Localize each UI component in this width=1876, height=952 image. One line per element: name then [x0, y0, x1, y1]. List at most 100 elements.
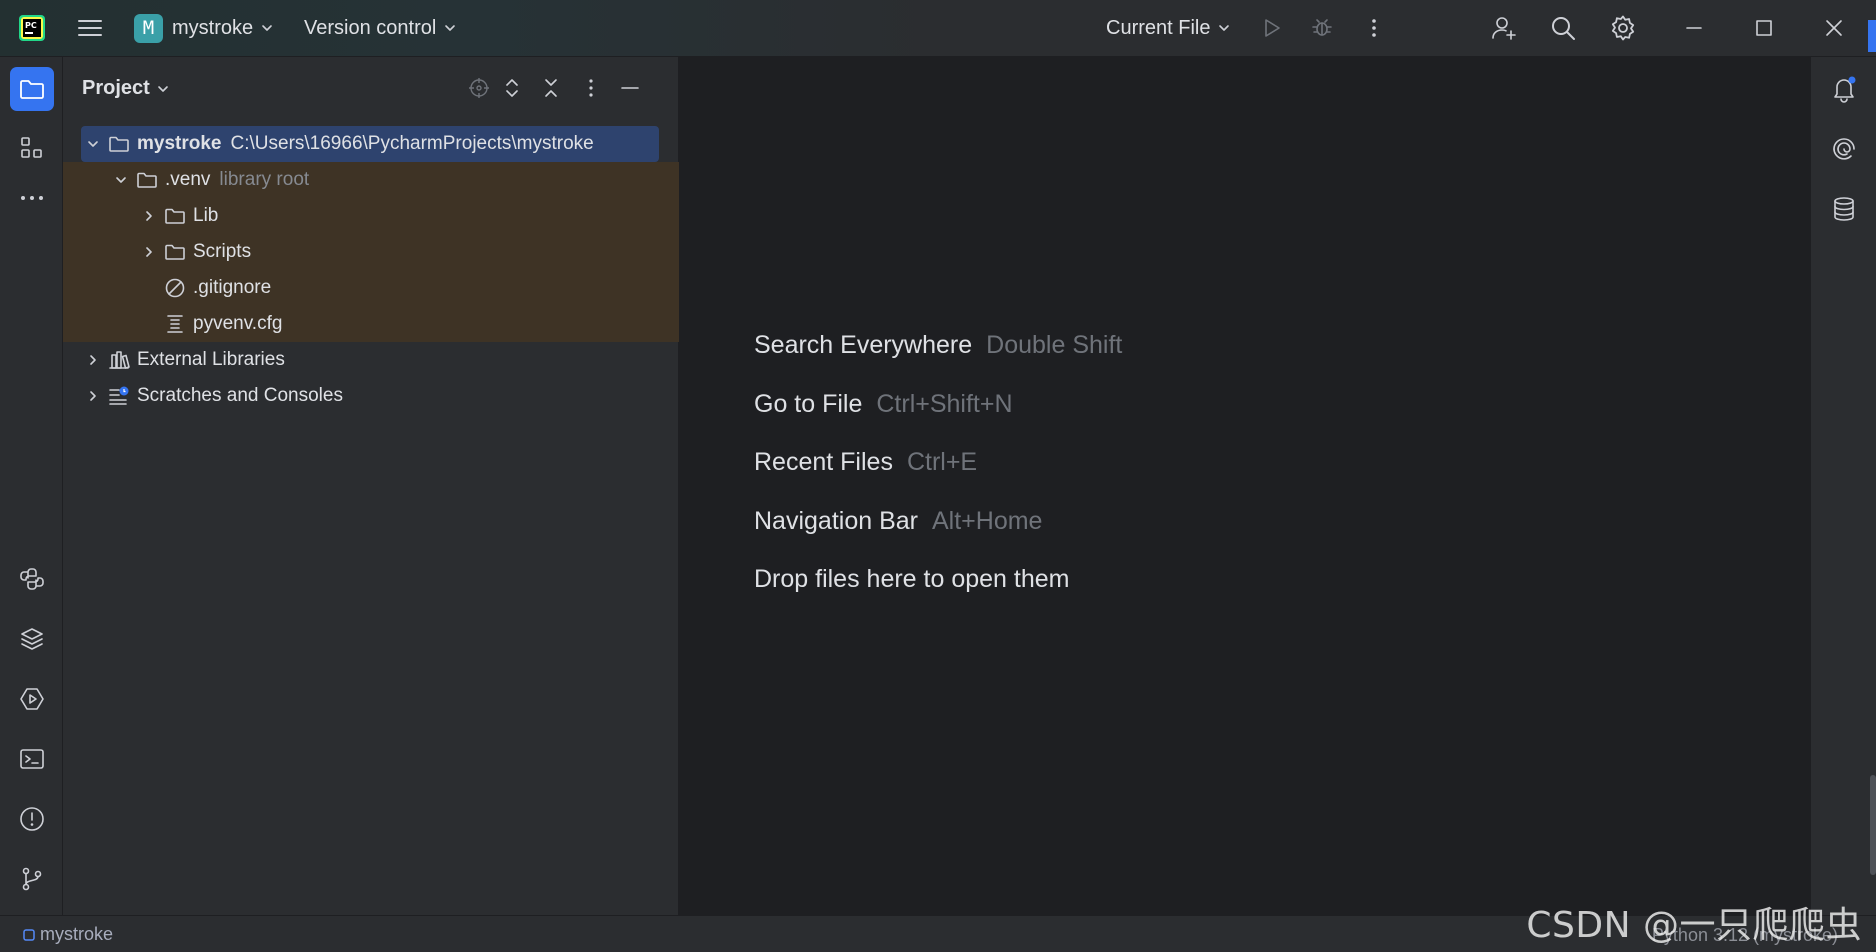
- folder-icon: [163, 240, 187, 264]
- close-button[interactable]: [1822, 0, 1846, 56]
- terminal-button[interactable]: [10, 737, 54, 781]
- more-tools-button[interactable]: [10, 176, 54, 220]
- minimize-icon: [621, 87, 639, 89]
- project-selector[interactable]: M mystroke: [134, 0, 274, 56]
- tree-node-gitignore[interactable]: .gitignore: [63, 270, 679, 306]
- notifications-button[interactable]: [1822, 67, 1866, 111]
- run-button[interactable]: [1260, 0, 1284, 56]
- chevron-down-icon: [262, 25, 272, 31]
- hide-panel-button[interactable]: [617, 75, 643, 101]
- ignored-file-icon: [163, 276, 187, 300]
- project-path: C:\Users\16966\PycharmProjects\mystroke: [230, 133, 594, 154]
- window-edge-accent: [1868, 20, 1876, 52]
- more-icon: [21, 196, 43, 200]
- folder-icon: [163, 204, 187, 228]
- tree-node-label: .venv: [165, 169, 211, 190]
- run-config-selector[interactable]: Current File: [1106, 0, 1231, 56]
- chevron-right-icon[interactable]: [83, 350, 103, 370]
- tree-node-external-libraries[interactable]: External Libraries: [63, 342, 679, 378]
- tree-node-label: pyvenv.cfg: [193, 313, 283, 334]
- ai-assistant-icon: [1833, 138, 1855, 160]
- panel-options-button[interactable]: [578, 75, 604, 101]
- settings-button[interactable]: [1609, 0, 1637, 56]
- hint-label: Navigation Bar: [754, 507, 918, 535]
- tree-node-label: External Libraries: [137, 349, 285, 370]
- search-icon: [1552, 17, 1575, 40]
- chevron-right-icon[interactable]: [139, 242, 159, 262]
- vertical-dots-icon: [1372, 19, 1376, 37]
- services-button[interactable]: [10, 677, 54, 721]
- debug-button[interactable]: [1310, 0, 1334, 56]
- tree-node-scripts[interactable]: Scripts: [63, 234, 679, 270]
- svg-text:PC: PC: [25, 21, 37, 30]
- hint-label: Recent Files: [754, 448, 893, 476]
- python-packages-button[interactable]: [10, 617, 54, 661]
- hint-search-everywhere[interactable]: Search Everywhere Double Shift: [754, 331, 1122, 360]
- minimize-button[interactable]: [1682, 0, 1706, 56]
- bug-icon: [1312, 19, 1332, 36]
- hint-label: Search Everywhere: [754, 331, 973, 359]
- tree-node-label: mystroke: [137, 133, 222, 154]
- tree-node-mystroke[interactable]: mystroke C:\Users\16966\PycharmProjects\…: [81, 126, 659, 162]
- main-menu-button[interactable]: [76, 0, 104, 56]
- hint-recent-files[interactable]: Recent Files Ctrl+E: [754, 448, 977, 477]
- git-icon: [22, 867, 42, 891]
- select-opened-file-button[interactable]: [466, 75, 492, 101]
- close-icon: [1826, 20, 1842, 36]
- chevron-right-icon[interactable]: [139, 206, 159, 226]
- collapse-all-icon: [545, 79, 557, 97]
- panel-title: Project: [82, 77, 150, 99]
- watermark: CSDN @一只爬爬虫: [1526, 905, 1862, 946]
- hint-navigation-bar[interactable]: Navigation Bar Alt+Home: [754, 507, 1042, 536]
- tree-node-venv[interactable]: .venv library root: [63, 162, 679, 198]
- layers-icon: [21, 628, 43, 650]
- chevron-down-icon[interactable]: [83, 134, 103, 154]
- database-button[interactable]: [1822, 187, 1866, 231]
- chevron-down-icon: [1219, 25, 1230, 31]
- right-tool-strip: [1810, 57, 1876, 915]
- problems-icon: [20, 807, 44, 831]
- play-icon: [1265, 19, 1280, 37]
- chevron-down-icon[interactable]: [111, 170, 131, 190]
- run-config-label: Current File: [1106, 16, 1211, 39]
- text-file-icon: [163, 312, 187, 336]
- status-project-breadcrumb[interactable]: mystroke: [22, 924, 113, 945]
- editor-area: Search Everywhere Double Shift Go to File…: [679, 57, 1810, 915]
- notifications-icon: [1834, 76, 1856, 103]
- folder-icon: [107, 132, 131, 156]
- tree-node-scratches[interactable]: Scratches and Consoles: [63, 378, 679, 414]
- hint-shortcut: Ctrl+Shift+N: [876, 390, 1013, 418]
- services-icon: [20, 688, 44, 710]
- version-control-selector[interactable]: Version control: [304, 0, 457, 56]
- hint-shortcut: Alt+Home: [931, 507, 1043, 535]
- tree-node-label: Lib: [193, 205, 219, 226]
- code-with-me-button[interactable]: [1490, 0, 1518, 56]
- hint-shortcut: Double Shift: [986, 331, 1123, 359]
- pycharm-logo-icon[interactable]: PC: [18, 0, 46, 56]
- tree-node-pyvenv-cfg[interactable]: pyvenv.cfg: [63, 306, 679, 342]
- search-everywhere-button[interactable]: [1549, 0, 1577, 56]
- chevron-right-icon[interactable]: [83, 386, 103, 406]
- project-tool-window: Project mystroke C:\Users\16966\PycharmP…: [63, 57, 679, 915]
- scrollbar-thumb[interactable]: [1870, 775, 1876, 875]
- hint-go-to-file[interactable]: Go to File Ctrl+Shift+N: [754, 390, 1013, 419]
- project-view-selector[interactable]: Project: [82, 77, 170, 100]
- project-tool-button[interactable]: [10, 67, 54, 111]
- more-actions-button[interactable]: [1362, 0, 1386, 56]
- problems-button[interactable]: [10, 797, 54, 841]
- collapse-all-button[interactable]: [538, 75, 564, 101]
- tree-node-lib[interactable]: Lib: [63, 198, 679, 234]
- maximize-icon: [1756, 20, 1772, 36]
- hint-shortcut: Ctrl+E: [906, 448, 978, 476]
- hint-label: Drop files here to open them: [754, 565, 1070, 593]
- python-console-button[interactable]: [10, 557, 54, 601]
- expand-all-button[interactable]: [499, 75, 525, 101]
- project-badge: M: [134, 13, 163, 43]
- terminal-icon: [20, 749, 44, 769]
- vertical-dots-icon: [589, 79, 593, 97]
- maximize-button[interactable]: [1752, 0, 1776, 56]
- expand-all-icon: [506, 79, 518, 97]
- git-button[interactable]: [10, 857, 54, 901]
- ai-assistant-button[interactable]: [1822, 127, 1866, 171]
- structure-tool-button[interactable]: [10, 126, 54, 170]
